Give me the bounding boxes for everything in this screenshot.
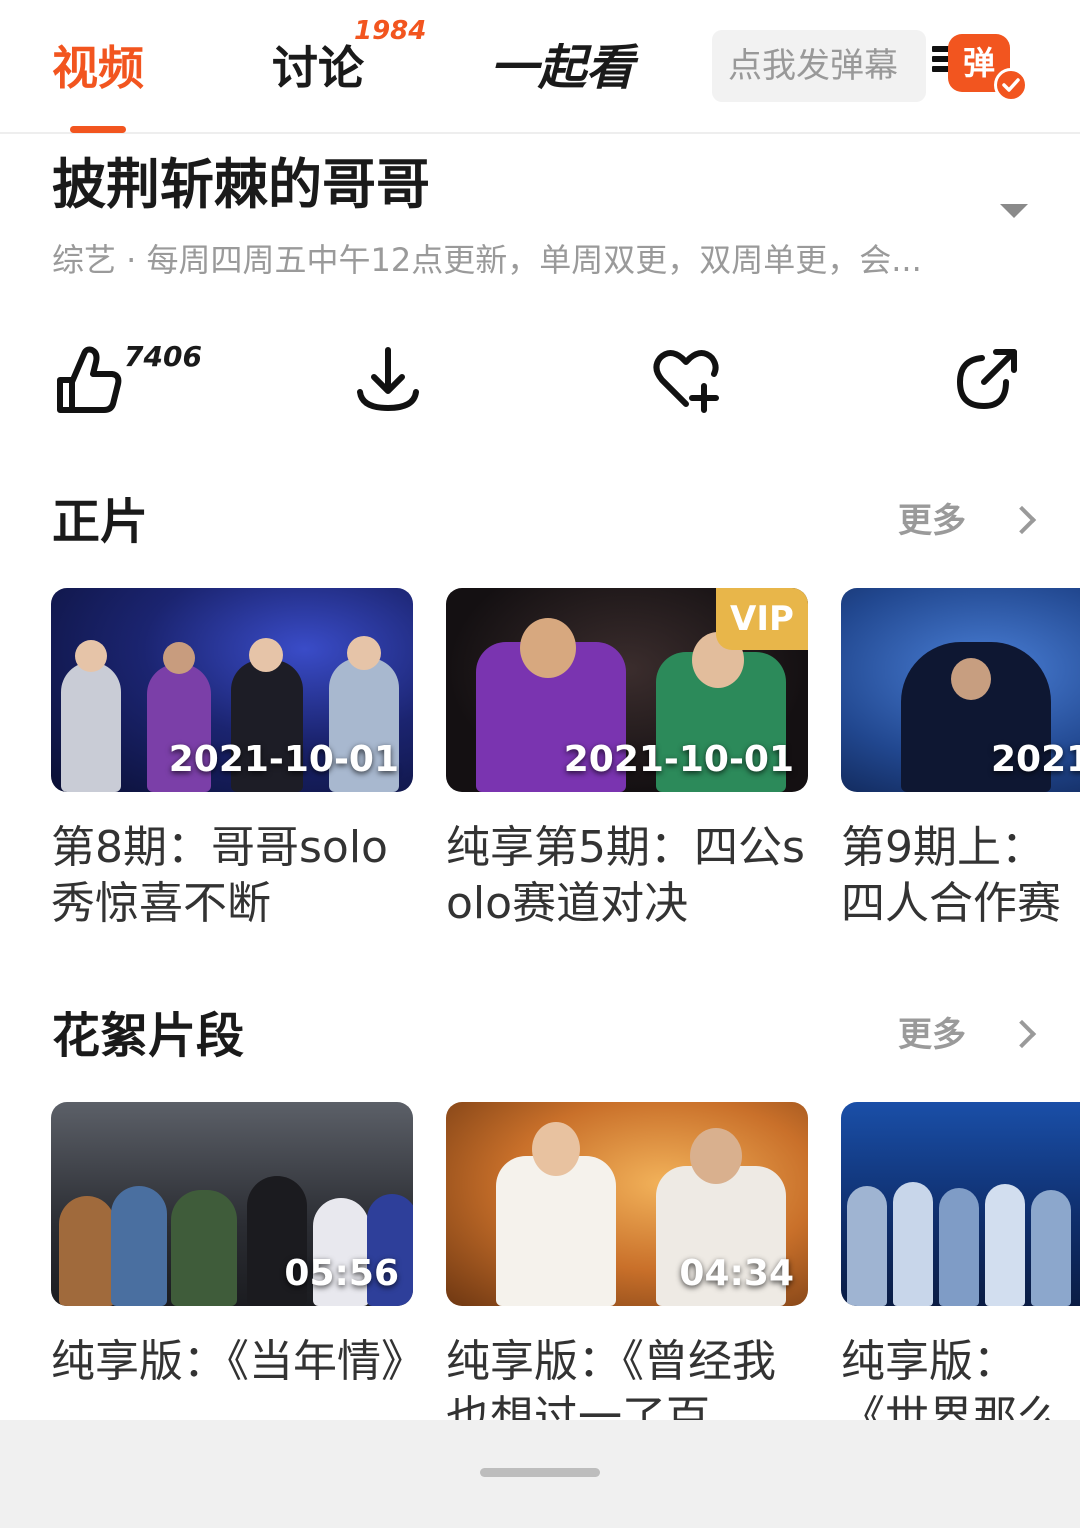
active-tab-indicator [70, 126, 126, 133]
clip-thumbnail[interactable]: 04:34 [446, 1102, 808, 1306]
chevron-right-icon[interactable] [1007, 1019, 1037, 1049]
show-description[interactable]: 综艺 · 每周四周五中午12点更新，单周双更，双周单更，会... [52, 238, 922, 282]
thumbs-up-icon [57, 346, 122, 413]
clip-card[interactable]: 05:56 纯享版：《当年情》 [51, 1102, 413, 1426]
clip-title[interactable]: 纯享版：《曾经我也想过一了百 [446, 1334, 808, 1426]
clip-duration: 04:34 [679, 1253, 794, 1294]
home-indicator[interactable] [480, 1468, 600, 1477]
top-tab-bar: 视频 讨论 1984 一起看 点我发弹幕 弹 [0, 0, 1080, 134]
clip-card[interactable]: 纯享版：《世界那么多人 [841, 1102, 1080, 1426]
download-button[interactable] [348, 340, 428, 420]
danmaku-toggle-button[interactable]: 弹 [930, 30, 1040, 102]
favorite-button[interactable] [646, 340, 726, 420]
heart-plus-icon [653, 350, 719, 413]
tab-discuss[interactable]: 讨论 [272, 38, 364, 98]
like-button[interactable] [50, 340, 130, 420]
episode-date: 2021-10-01 [563, 739, 794, 780]
discuss-count-badge: 1984 [354, 16, 427, 46]
episode-title[interactable]: 纯享第5期：四公solo赛道对决 [446, 820, 808, 932]
chevron-right-icon[interactable] [1007, 505, 1037, 535]
section-title-episodes: 正片 [52, 494, 149, 550]
share-icon [956, 349, 1017, 410]
expand-caret-icon[interactable] [1000, 204, 1028, 218]
episode-date: 2021-10-01 [168, 739, 399, 780]
episode-card[interactable]: 2021- 第9期上：四人合作赛开 [841, 588, 1080, 932]
episode-title[interactable]: 第8期：哥哥solo秀惊喜不断 [51, 820, 413, 932]
clip-thumbnail[interactable]: 05:56 [51, 1102, 413, 1306]
section-title-clips: 花絮片段 [52, 1008, 245, 1064]
episode-card[interactable]: VIP 2021-10-01 纯享第5期：四公solo赛道对决 [446, 588, 808, 932]
danmaku-input[interactable]: 点我发弹幕 [712, 30, 926, 102]
episode-card[interactable]: 2021-10-01 第8期：哥哥solo秀惊喜不断 [51, 588, 413, 932]
more-clips-link[interactable]: 更多 [898, 1010, 966, 1060]
episode-thumbnail[interactable]: 2021-10-01 [51, 588, 413, 792]
show-title: 披荆斩棘的哥哥 [52, 153, 430, 216]
share-button[interactable] [948, 340, 1028, 420]
episode-thumbnail[interactable]: VIP 2021-10-01 [446, 588, 808, 792]
clip-title[interactable]: 纯享版：《当年情》 [51, 1334, 413, 1426]
tab-watch-together[interactable]: 一起看 [490, 38, 634, 98]
episode-date: 2021- [991, 739, 1080, 780]
clip-card[interactable]: 04:34 纯享版：《曾经我也想过一了百 [446, 1102, 808, 1426]
clip-duration: 05:56 [284, 1253, 399, 1294]
tab-video[interactable]: 视频 [52, 38, 144, 98]
episode-title[interactable]: 第9期上：四人合作赛开 [841, 820, 1080, 932]
more-episodes-link[interactable]: 更多 [898, 496, 966, 546]
like-count: 7406 [124, 340, 202, 373]
clip-thumbnail[interactable] [841, 1102, 1080, 1306]
download-icon [357, 347, 419, 412]
episode-thumbnail[interactable]: 2021- [841, 588, 1080, 792]
check-icon [994, 68, 1028, 102]
vip-badge: VIP [716, 588, 808, 650]
clip-title[interactable]: 纯享版：《世界那么多人 [841, 1334, 1080, 1426]
